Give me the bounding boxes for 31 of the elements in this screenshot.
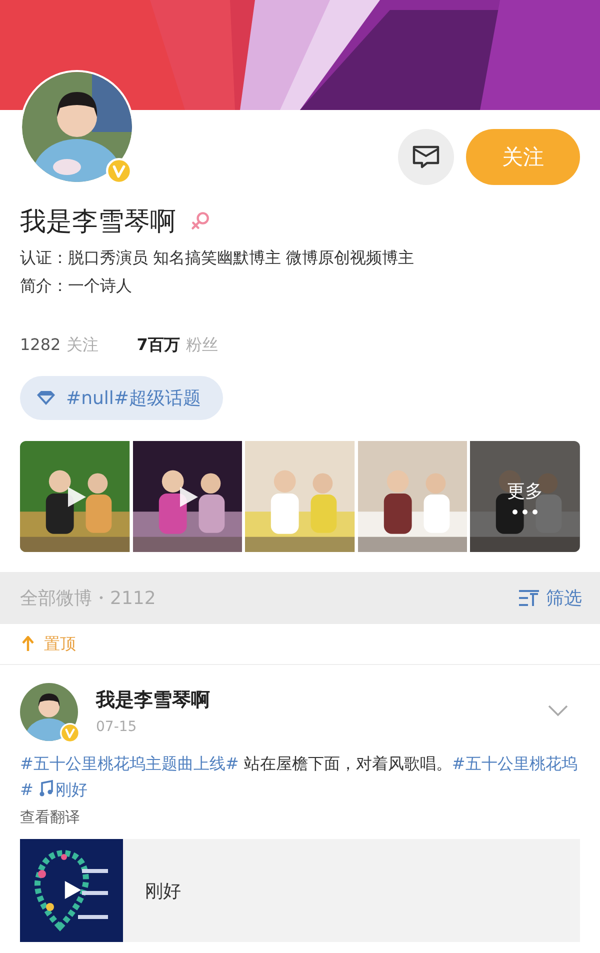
stat-value: 1282 (20, 334, 61, 356)
verified-badge-icon (106, 158, 132, 184)
filter-icon (518, 589, 540, 607)
verified-badge-icon (60, 723, 80, 743)
verification-text: 认证：脱口秀演员 知名搞笑幽默博主 微博原创视频博主 (19, 247, 416, 269)
filter-button[interactable]: 筛选 (518, 586, 582, 610)
stat-label: 关注 (66, 334, 99, 356)
more-label[interactable]: 更多 (507, 478, 544, 502)
music-note-icon (39, 780, 54, 797)
profile-name: 我是李雪琴啊 (20, 206, 176, 238)
dots-icon (512, 508, 538, 514)
super-topic-chip[interactable]: #null#超级话题 (20, 376, 223, 420)
super-topic-text: #null#超级话题 (66, 387, 201, 410)
diamond-icon (36, 390, 56, 406)
female-icon (190, 210, 212, 232)
play-icon[interactable] (64, 879, 82, 901)
post-date: 07-15 (96, 719, 138, 735)
play-icon[interactable] (66, 486, 87, 508)
play-icon[interactable] (179, 486, 200, 508)
music-card[interactable]: 刚好 (20, 839, 580, 942)
feed-count: 全部微博・2112 (20, 587, 156, 610)
stat-value: 7百万 (136, 334, 180, 356)
message-icon (411, 144, 441, 170)
stat-label: 粉丝 (186, 334, 218, 356)
music-title: 刚好 (145, 880, 181, 902)
pinned-label: 置顶 (44, 634, 76, 654)
post-author[interactable]: 我是李雪琴啊 (96, 687, 530, 713)
post-text: #五十公里桃花坞主题曲上线# 站在屋檐下面，对着风歌唱。#五十公里桃花坞# 刚好 (20, 753, 578, 801)
arrow-up-icon (22, 636, 34, 652)
translate-link[interactable]: 查看翻译 (20, 805, 580, 829)
intro-text: 简介：一个诗人 (19, 275, 133, 297)
